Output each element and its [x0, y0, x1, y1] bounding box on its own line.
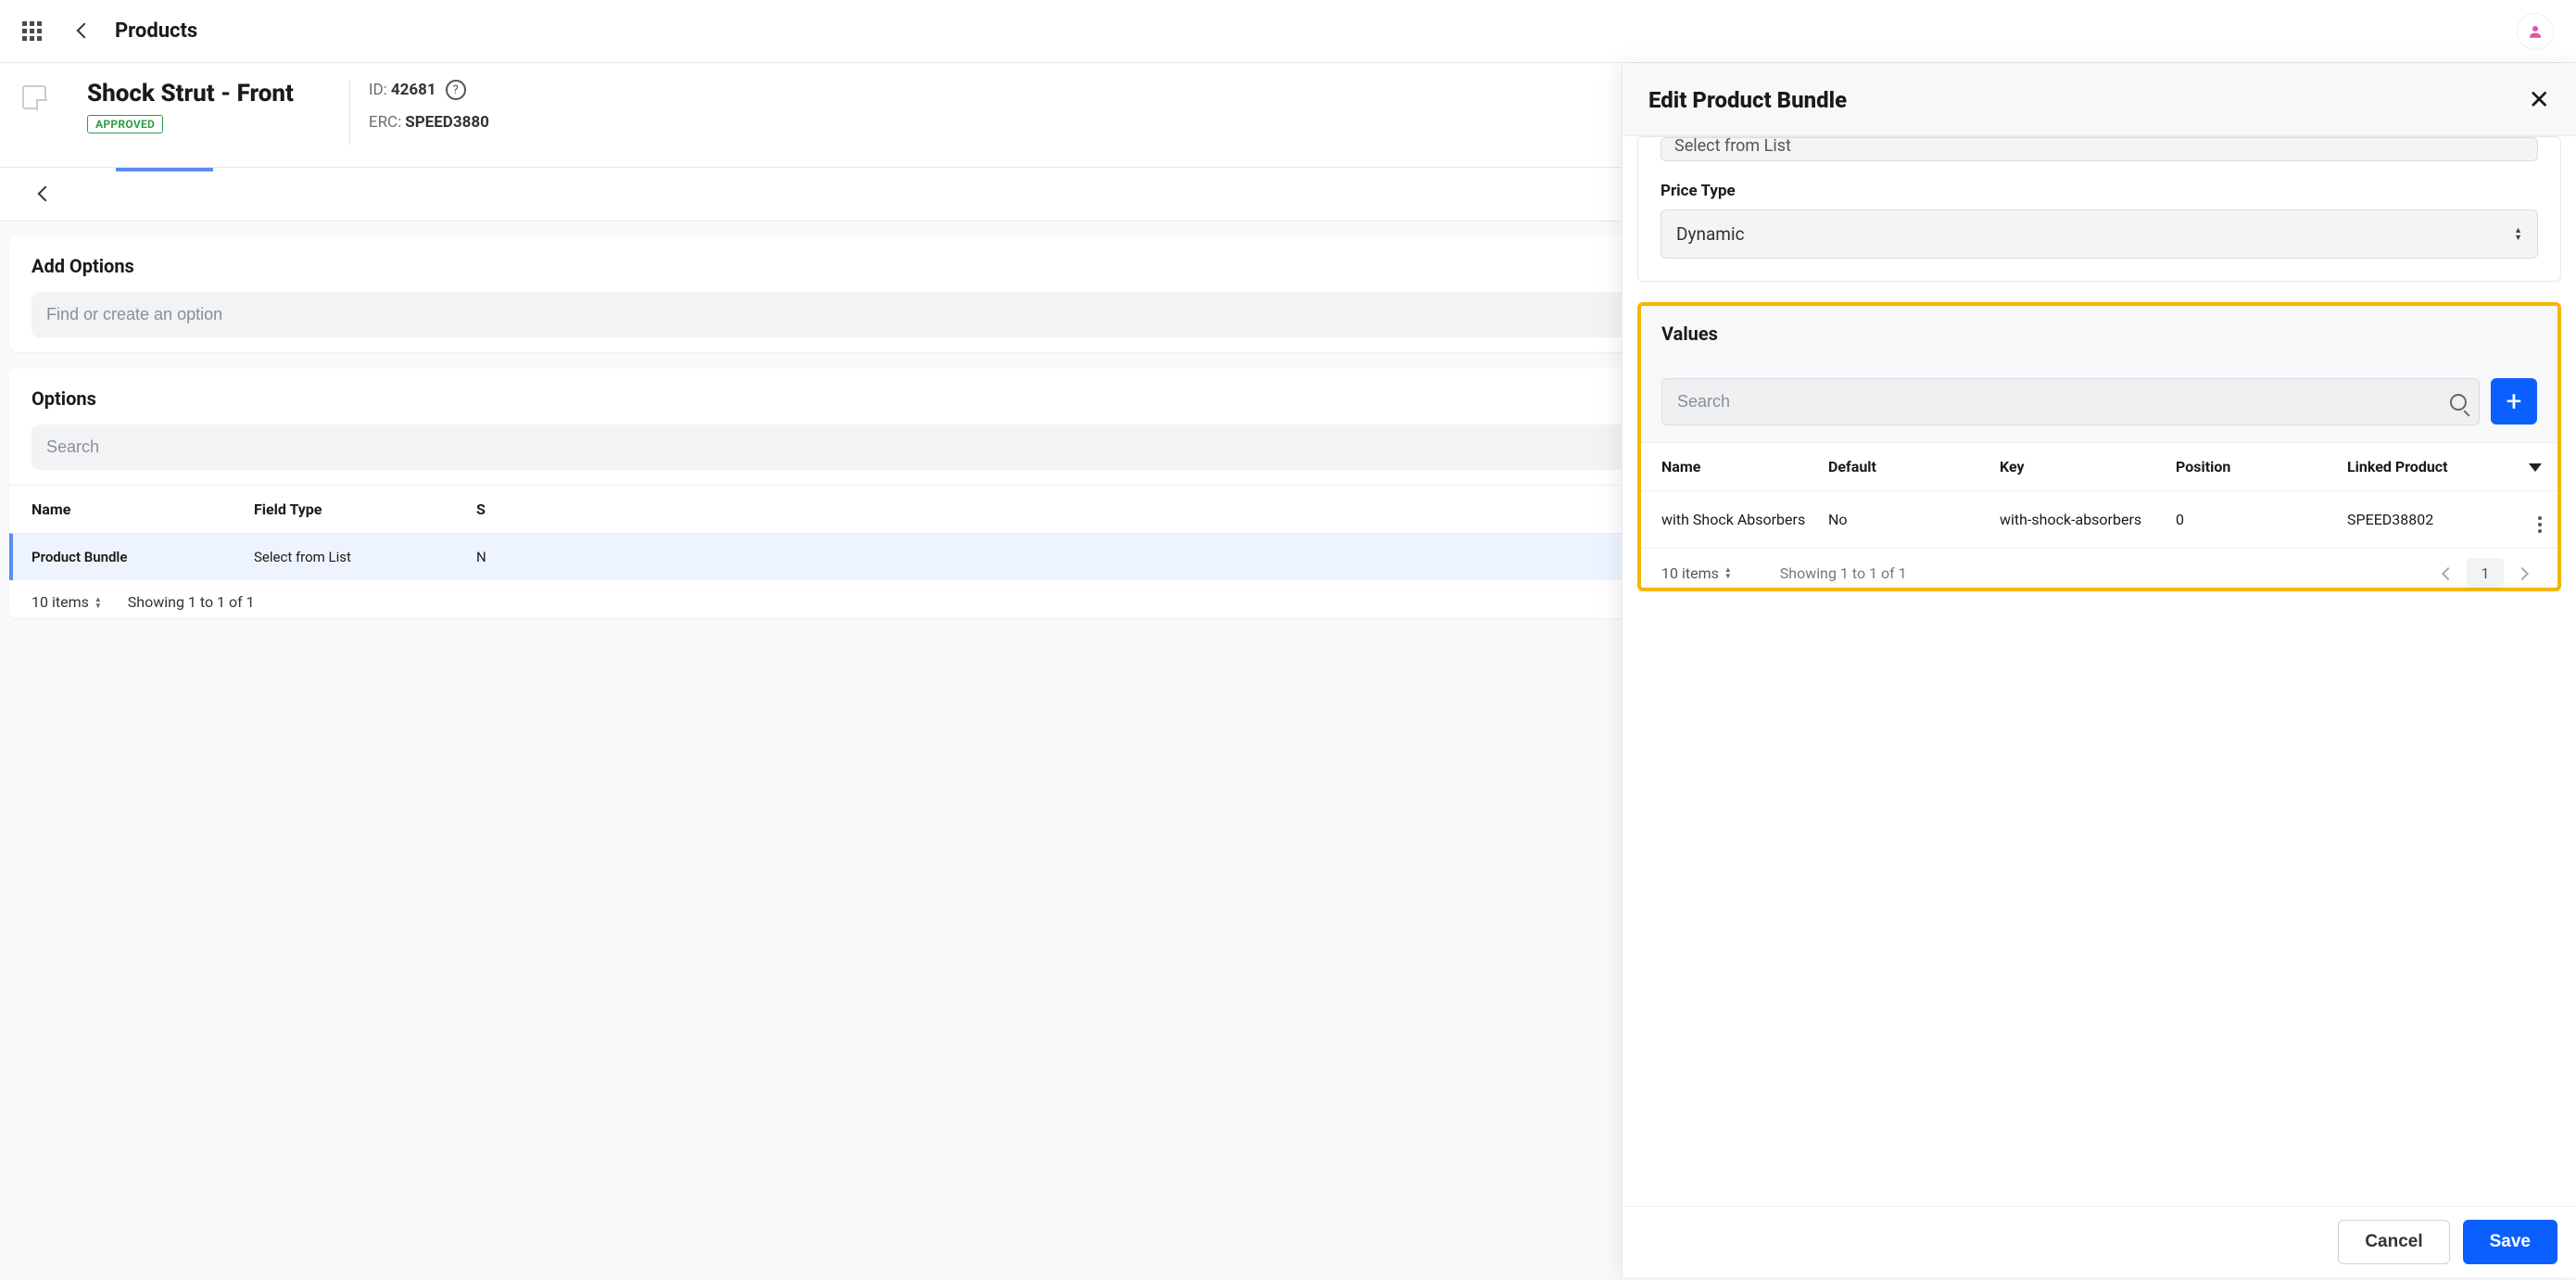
product-title: Shock Strut - Front — [87, 80, 294, 108]
page-title: Products — [115, 19, 197, 43]
items-per-page[interactable]: 10 items ▲▼ — [32, 593, 102, 611]
id-label: ID: — [369, 81, 387, 99]
chevron-left-icon — [2443, 564, 2453, 582]
chevron-down-icon — [2529, 463, 2542, 472]
row-linked: SPEED38802 — [2347, 511, 2514, 528]
avatar[interactable] — [2517, 13, 2554, 50]
values-card: Values + Name Default Key Position Linke… — [1637, 302, 2561, 591]
erc-value: SPEED3880 — [405, 113, 489, 132]
edit-bundle-drawer: Edit Product Bundle ✕ Select from List P… — [1622, 65, 2576, 1277]
pager: 1 — [2433, 558, 2537, 588]
row-name: Product Bundle — [32, 549, 254, 565]
row-actions-menu[interactable] — [2538, 516, 2542, 533]
col-position[interactable]: Position — [2176, 458, 2347, 475]
user-icon — [2527, 23, 2544, 40]
showing-text: Showing 1 to 1 of 1 — [128, 593, 255, 611]
active-tab-indicator — [116, 168, 213, 171]
pager-page[interactable]: 1 — [2467, 558, 2504, 588]
pager-next[interactable] — [2507, 558, 2537, 588]
chevron-left-icon — [79, 23, 90, 40]
col-s[interactable]: S — [476, 501, 495, 518]
product-icon — [22, 85, 46, 109]
col-key[interactable]: Key — [2000, 458, 2176, 475]
col-name[interactable]: Name — [1661, 458, 1828, 475]
add-value-button[interactable]: + — [2491, 378, 2537, 425]
col-linked[interactable]: Linked Product — [2347, 458, 2514, 475]
apps-icon[interactable] — [22, 21, 43, 42]
col-field-type[interactable]: Field Type — [254, 501, 476, 518]
sort-icon: ▲▼ — [95, 596, 102, 609]
col-name[interactable]: Name — [32, 501, 254, 518]
status-badge: APPROVED — [87, 115, 163, 133]
values-table-row[interactable]: with Shock Absorbers No with-shock-absor… — [1641, 490, 2557, 548]
pager-prev[interactable] — [2433, 558, 2463, 588]
row-position: 0 — [2176, 511, 2347, 528]
price-type-select[interactable]: Dynamic ▲▼ — [1661, 209, 2538, 259]
sort-toggle[interactable] — [2514, 458, 2542, 475]
secondary-back-button[interactable] — [30, 179, 61, 210]
row-s: N — [476, 549, 495, 565]
row-default: No — [1828, 511, 2000, 528]
row-key: with-shock-absorbers — [2000, 511, 2176, 528]
id-value: 42681 — [391, 81, 436, 99]
close-icon[interactable]: ✕ — [2529, 87, 2550, 113]
drawer-title: Edit Product Bundle — [1648, 87, 1847, 113]
values-showing-text: Showing 1 to 1 of 1 — [1780, 564, 1907, 582]
chevron-left-icon — [40, 186, 51, 203]
chevron-right-icon — [2518, 564, 2527, 582]
cancel-button[interactable]: Cancel — [2338, 1220, 2449, 1264]
topbar: Products — [0, 0, 2576, 63]
help-icon[interactable]: ? — [446, 80, 466, 100]
back-button[interactable] — [69, 16, 100, 47]
row-name: with Shock Absorbers — [1661, 511, 1828, 528]
erc-label: ERC: — [369, 113, 401, 132]
sort-icon: ▲▼ — [1724, 566, 1732, 579]
values-table-header: Name Default Key Position Linked Product — [1641, 442, 2557, 490]
search-icon — [2450, 394, 2467, 411]
save-button[interactable]: Save — [2463, 1220, 2557, 1264]
select-from-list[interactable]: Select from List — [1661, 137, 2538, 161]
values-title: Values — [1661, 323, 2537, 345]
values-search-input[interactable] — [1661, 378, 2480, 425]
values-items-per-page[interactable]: 10 items ▲▼ — [1661, 564, 1732, 582]
price-type-label: Price Type — [1661, 182, 2538, 200]
row-field-type: Select from List — [254, 549, 476, 565]
select-arrows-icon: ▲▼ — [2514, 227, 2522, 242]
col-default[interactable]: Default — [1828, 458, 2000, 475]
